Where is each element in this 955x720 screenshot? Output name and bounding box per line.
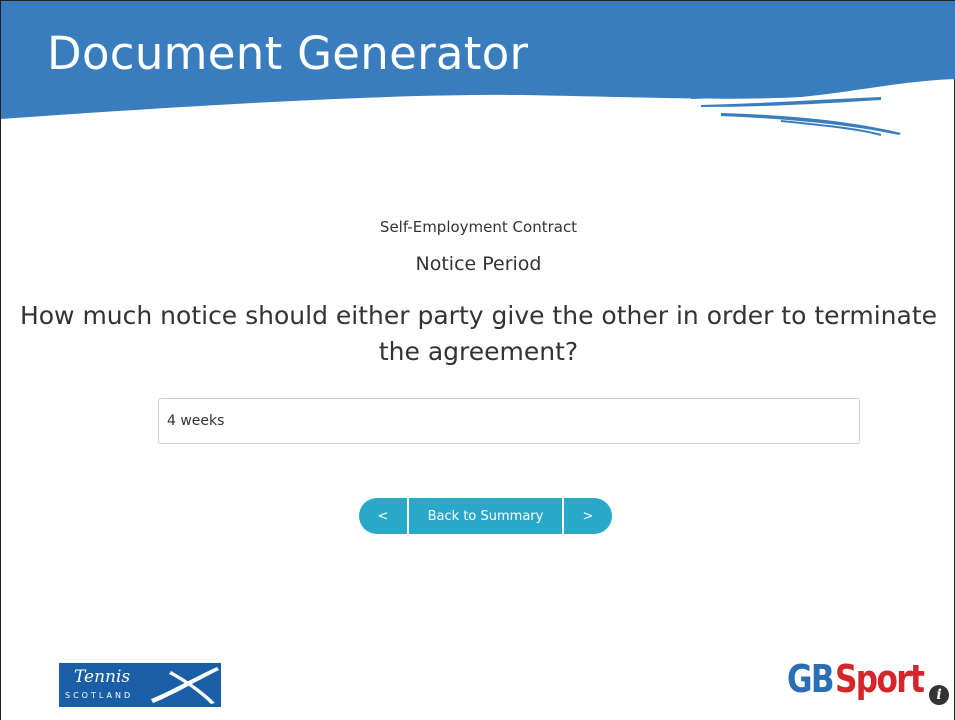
next-button[interactable]: > [564, 498, 612, 534]
navigation-bar: < Back to Summary > [359, 498, 612, 534]
back-to-summary-button[interactable]: Back to Summary [409, 498, 562, 534]
page-title: Document Generator [47, 27, 529, 80]
previous-button[interactable]: < [359, 498, 407, 534]
document-type-label: Self-Employment Contract [379, 218, 578, 236]
tennis-logo-subtext: SCOTLAND [65, 691, 134, 700]
answer-input[interactable] [158, 398, 860, 444]
tennis-logo-word: Tennis [74, 667, 131, 687]
gbsport-logo: GB Sport i [787, 657, 953, 709]
gbsport-logo-gb: GB [787, 657, 835, 701]
section-title: Notice Period [415, 253, 542, 275]
tennis-scotland-logo: Tennis SCOTLAND [59, 663, 221, 707]
slide-frame: Document Generator Self-Employment Contr… [0, 0, 955, 720]
gbsport-logo-sport: Sport [835, 657, 925, 701]
info-icon: i [929, 685, 949, 705]
question-text: How much notice should either party give… [19, 301, 938, 366]
